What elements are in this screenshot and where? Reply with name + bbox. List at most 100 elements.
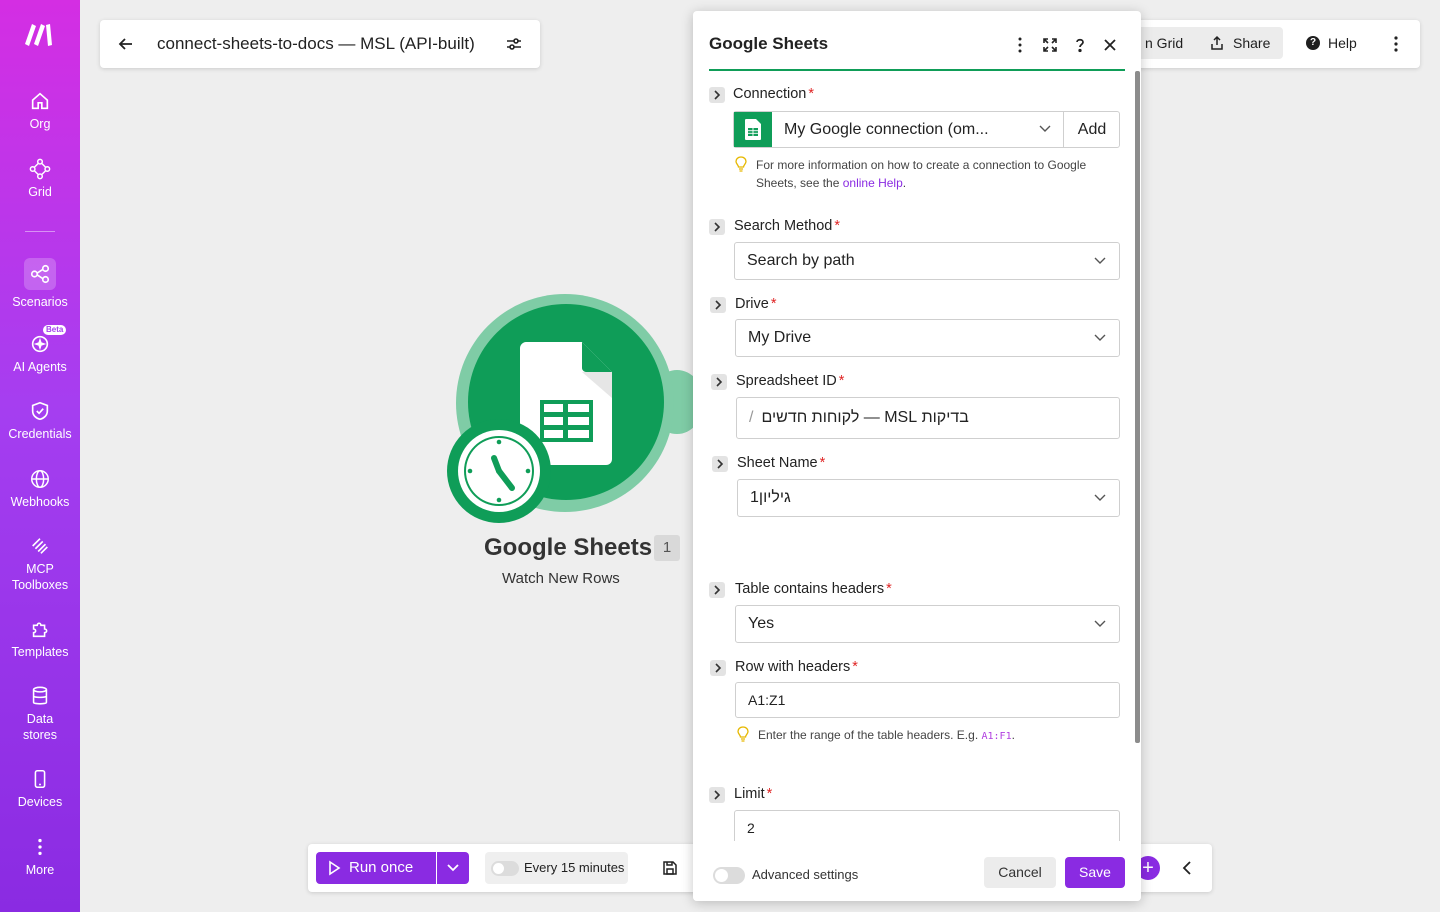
share-button[interactable]: Share — [1195, 27, 1283, 59]
back-arrow-icon[interactable] — [116, 34, 136, 54]
more-options-icon[interactable] — [1388, 34, 1404, 54]
lightbulb-icon — [737, 726, 749, 742]
ai-agent-icon — [31, 335, 49, 353]
panel-scrollbar[interactable] — [1135, 71, 1140, 743]
sidebar-item-grid[interactable]: Grid — [0, 158, 80, 200]
online-help-link[interactable]: online Help — [843, 176, 903, 190]
connection-label: Connection * — [733, 86, 815, 102]
search-method-label: Search Method * — [734, 218, 840, 234]
sidebar-item-org[interactable]: Org — [0, 90, 80, 132]
mcp-icon — [32, 538, 48, 554]
save-disk-icon[interactable] — [662, 860, 678, 876]
table-headers-value: Yes — [748, 615, 775, 632]
shield-icon — [31, 401, 49, 421]
sidebar-item-label: MCP Toolboxes — [11, 562, 69, 592]
help-icon: ? — [1306, 36, 1320, 50]
expand-limit-toggle[interactable] — [709, 787, 725, 803]
sidebar-item-devices[interactable]: Devices — [0, 768, 80, 810]
module-settings-panel: Google Sheets Connection * My Google conn… — [693, 11, 1141, 901]
limit-value: 2 — [747, 820, 755, 836]
expand-sheet-name-toggle[interactable] — [712, 456, 728, 472]
kebab-menu-icon[interactable] — [1011, 36, 1029, 54]
sidebar-item-mcp-toolboxes[interactable]: MCP Toolboxes — [0, 535, 80, 593]
chevron-right-icon — [714, 222, 721, 232]
expand-icon[interactable] — [1041, 36, 1059, 54]
sidebar-item-credentials[interactable]: Credentials — [0, 400, 80, 442]
sidebar-item-label: Grid — [28, 185, 52, 199]
lightbulb-icon — [735, 156, 747, 172]
chevron-left-icon[interactable] — [1180, 858, 1194, 878]
puzzle-icon — [32, 622, 48, 638]
path-slash-icon: / — [749, 409, 754, 426]
chevron-down-icon — [1094, 620, 1106, 627]
sidebar-item-scenarios[interactable]: Scenarios — [0, 258, 80, 310]
search-method-select[interactable]: Search by path — [734, 242, 1120, 280]
run-once-label: Run once — [349, 859, 414, 876]
sidebar-item-label: Devices — [17, 795, 63, 809]
schedule-toggle[interactable] — [491, 861, 519, 876]
sidebar-item-ai-agents[interactable]: Beta AI Agents — [0, 325, 80, 375]
expand-search-method-toggle[interactable] — [709, 219, 725, 235]
sidebar-item-more[interactable]: More — [0, 836, 80, 878]
settings-sliders-icon[interactable] — [504, 34, 524, 54]
expand-drive-toggle[interactable] — [710, 297, 726, 313]
module-action: Watch New Rows — [502, 570, 620, 587]
sidebar-item-label: Scenarios — [12, 295, 68, 309]
advanced-settings-toggle[interactable] — [713, 867, 745, 884]
make-logo-icon[interactable] — [22, 18, 58, 48]
cancel-button[interactable]: Cancel — [984, 857, 1056, 888]
close-icon[interactable] — [1101, 36, 1119, 54]
chevron-down-icon — [1094, 257, 1106, 264]
table-headers-select[interactable]: Yes — [735, 605, 1120, 643]
add-connection-button[interactable]: Add — [1063, 112, 1120, 147]
row-headers-hint: Enter the range of the table headers. E.… — [737, 726, 1118, 746]
module-node[interactable]: Google Sheets 1 Watch New Rows — [440, 290, 720, 610]
beta-badge: Beta — [43, 325, 67, 335]
chevron-right-icon — [716, 377, 723, 387]
row-headers-label: Row with headers * — [735, 659, 858, 675]
schedule-control[interactable]: Every 15 minutes — [485, 852, 628, 884]
connection-hint: For more information on how to create a … — [735, 156, 1116, 192]
connection-select[interactable]: My Google connection (om... Add — [733, 111, 1120, 148]
help-question-icon[interactable] — [1071, 36, 1089, 54]
save-button[interactable]: Save — [1065, 857, 1125, 888]
sidebar-item-data-stores[interactable]: Data stores — [0, 685, 80, 743]
panel-header-divider — [709, 69, 1125, 71]
expand-connection-toggle[interactable] — [709, 87, 725, 103]
expand-row-headers-toggle[interactable] — [710, 660, 726, 676]
expand-spreadsheet-id-toggle[interactable] — [711, 374, 727, 390]
drive-value: My Drive — [748, 329, 812, 346]
sidebar-item-webhooks[interactable]: Webhooks — [0, 468, 80, 510]
module-title: Google Sheets — [484, 534, 653, 561]
chevron-right-icon — [715, 663, 722, 673]
google-sheets-connection-icon — [734, 112, 772, 147]
share-nodes-icon — [30, 264, 50, 284]
share-label: Share — [1233, 35, 1271, 51]
scenario-title-bar: connect-sheets-to-docs — MSL (API-built) — [100, 20, 540, 68]
database-icon — [32, 686, 48, 705]
expand-table-headers-toggle[interactable] — [709, 582, 725, 598]
spreadsheet-id-label: Spreadsheet ID * — [736, 373, 845, 389]
sidebar-item-label: Credentials — [8, 427, 72, 441]
spreadsheet-id-value: בדיקות MSL — לקוחות חדשים — [761, 409, 969, 426]
help-button[interactable]: ? Help — [1298, 27, 1368, 59]
sidebar-item-templates[interactable]: Templates — [0, 618, 80, 660]
drive-select[interactable]: My Drive — [735, 319, 1120, 357]
spreadsheet-id-field[interactable]: / בדיקות MSL — לקוחות חדשים — [736, 397, 1120, 439]
globe-icon — [31, 470, 49, 488]
row-headers-input[interactable]: A1:Z1 — [735, 682, 1120, 718]
schedule-clock-icon[interactable] — [446, 418, 552, 524]
run-once-button[interactable]: Run once — [316, 852, 436, 884]
sheet-name-value: גיליון1 — [750, 489, 791, 506]
phone-icon — [34, 769, 46, 789]
sheet-name-select[interactable]: גיליון1 — [737, 479, 1120, 517]
run-options-dropdown[interactable] — [437, 852, 469, 884]
home-icon — [31, 92, 49, 110]
scenario-title[interactable]: connect-sheets-to-docs — MSL (API-built) — [157, 34, 475, 54]
advanced-settings-label: Advanced settings — [752, 867, 859, 882]
chevron-right-icon — [714, 585, 721, 595]
module-id-badge: 1 — [654, 535, 680, 561]
chevron-down-icon — [1039, 125, 1051, 132]
sidebar-item-label: AI Agents — [13, 360, 67, 374]
sheet-name-label: Sheet Name * — [737, 455, 826, 471]
